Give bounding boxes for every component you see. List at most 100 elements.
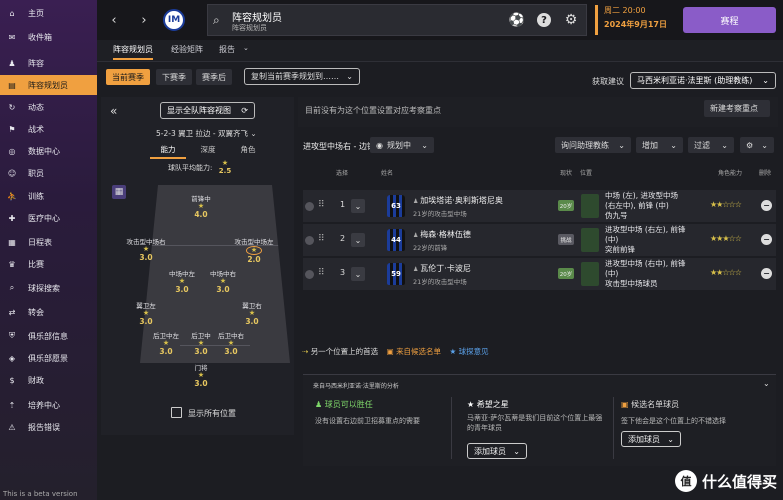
sidebar-item-label: 财政 [28, 375, 44, 385]
season-next[interactable]: 下赛季 [156, 69, 192, 85]
sidebar-item[interactable]: ⇄ 转会 [0, 302, 97, 322]
chevron-down-icon: ⌄ [761, 140, 768, 150]
copy-plan-button[interactable]: 复制当前赛季规划到…… ⌄ [244, 68, 360, 85]
drag-handle-icon[interactable]: ⠿ [318, 200, 325, 210]
collapse-icon[interactable]: « [110, 104, 117, 118]
table-row[interactable]: ⠿ 1 ⌄ 63 ♟ 加埃塔诺·奥利斯塔尼奥 21岁的攻击型中场 20岁 中场 (左), 进攻… [303, 190, 776, 222]
continue-button[interactable]: 赛程 [683, 7, 776, 33]
chevron-down-icon[interactable]: ⌄ [243, 44, 249, 52]
inbox-icon: ✉ [8, 32, 16, 42]
collapse-chevron-icon[interactable]: ⌄ [763, 379, 770, 388]
sidebar-item-label: 俱乐部信息 [28, 331, 68, 341]
order-dropdown[interactable]: ⌄ [351, 267, 365, 281]
col3-title: ▣ 候选名单球员 [621, 400, 680, 409]
player-name[interactable]: ♟ 梅森·格林伍德 [413, 229, 471, 240]
sidebar-item[interactable]: ⛨ 俱乐部信息 [0, 326, 97, 346]
remove-icon[interactable]: − [761, 234, 772, 245]
sidebar-item[interactable]: ✚ 医疗中心 [0, 208, 97, 228]
pitch-position[interactable]: 中场中左 ★ 3.0 [162, 268, 202, 294]
search-box[interactable]: ⌕ 阵容规划员 阵容规划员 [207, 4, 587, 36]
sidebar-item[interactable]: ♟ 阵容 [0, 53, 97, 73]
sidebar-item[interactable]: ⌂ 主页 [0, 3, 97, 23]
chevron-down-icon: ⌄ [762, 76, 769, 85]
help-icon[interactable]: ? [535, 11, 553, 29]
tab-experience-matrix[interactable]: 经验矩阵 [171, 44, 203, 55]
season-after[interactable]: 赛季后 [196, 69, 232, 85]
pitch-position[interactable]: 翼卫右 ★ 3.0 [232, 300, 272, 326]
position-rating: 3.0 [159, 347, 173, 356]
sidebar-item[interactable]: ⚠ 报告错误 [0, 417, 97, 437]
pitch-position[interactable]: 后卫中左 ★ 3.0 [146, 330, 186, 356]
player-name[interactable]: ♟ 瓦伦丁·卡波尼 [413, 263, 471, 274]
another-priority-link[interactable]: 另一个位置上的首选 [311, 347, 379, 356]
tab-reports[interactable]: 报告 [219, 44, 235, 55]
sidebar-item-label: 训练 [28, 191, 44, 201]
player-name[interactable]: ♟ 加埃塔诺·奥利斯塔尼奥 [413, 195, 503, 206]
order-dropdown[interactable]: ⌄ [351, 233, 365, 247]
sidebar-item[interactable]: ◎ 数据中心 [0, 141, 97, 161]
pitch-position[interactable]: 前锋中 ★ 4.0 [181, 193, 221, 219]
drag-handle-icon[interactable]: ⠿ [318, 234, 325, 244]
pitch-position[interactable]: 攻击型中场左 ★ 2.0 [234, 236, 274, 264]
table-row[interactable]: ⠿ 2 ⌄ 44 ♟ 梅森·格林伍德 22岁的前锋 挑战 进攻型中场 (右左), 前锋 (中) 突… [303, 224, 776, 256]
plan-status-dropdown[interactable]: ◉ 规划中 ⌄ [370, 137, 434, 153]
select-radio[interactable] [305, 270, 314, 279]
sidebar-item[interactable]: ⌕ 球探搜索 [0, 278, 97, 298]
sidebar-item[interactable]: ♛ 比赛 [0, 254, 97, 274]
table-row[interactable]: ⠿ 3 ⌄ 59 ♟ 瓦伦丁·卡波尼 21岁的攻击型中场 20岁 进攻型中场 (右中), 前锋… [303, 258, 776, 290]
new-focus-button[interactable]: 新建考察重点 [704, 100, 770, 117]
add-dropdown[interactable]: 增加 ⌄ [636, 137, 683, 153]
watermark: 值 什么值得买 [674, 470, 777, 492]
tab-role[interactable]: 角色 [230, 144, 266, 155]
filter-dropdown[interactable]: 过滤 ⌄ [688, 137, 734, 153]
sidebar-item[interactable]: $ 财政 [0, 370, 97, 390]
pitch-position[interactable]: 攻击型中场右 ★ 3.0 [126, 236, 166, 262]
select-radio[interactable] [305, 236, 314, 245]
scout-opinion-link[interactable]: 球探意见 [459, 347, 489, 356]
pitch-position[interactable]: 翼卫左 ★ 3.0 [126, 300, 166, 326]
star-icon: ★ [142, 245, 150, 253]
forward-button[interactable]: › [135, 11, 153, 29]
show-all-checkbox[interactable] [171, 407, 182, 418]
pitch-position[interactable]: 后卫中右 ★ 3.0 [211, 330, 251, 356]
shortlist-link[interactable]: 来自候选名单 [396, 347, 441, 356]
col2-add-player-button[interactable]: 添加球员 ⌄ [467, 443, 527, 459]
remove-icon[interactable]: − [761, 268, 772, 279]
back-button[interactable]: ‹ [105, 11, 123, 29]
settings-dropdown[interactable]: ⚙ ⌄ [740, 137, 774, 153]
col3-add-player-button[interactable]: 添加球员 ⌄ [621, 431, 681, 447]
club-crest-icon[interactable]: IM [163, 9, 185, 31]
sidebar-item[interactable]: ▦ 日程表 [0, 232, 97, 252]
season-current[interactable]: 当前赛季 [106, 69, 150, 85]
sidebar-item[interactable]: ⇡ 培养中心 [0, 395, 97, 415]
remove-icon[interactable]: − [761, 200, 772, 211]
sidebar-item[interactable]: ✉ 收件箱 [0, 27, 97, 47]
col2-title: ★ 希望之星 [467, 400, 509, 409]
pitch-position[interactable]: 门将 ★ 3.0 [181, 362, 221, 388]
tab-squad-planner[interactable]: 阵容规划员 [113, 44, 153, 60]
position-label: 攻击型中场左 [234, 238, 274, 246]
sidebar-item[interactable]: ↻ 动态 [0, 97, 97, 117]
sidebar-item[interactable]: ◈ 俱乐部愿景 [0, 348, 97, 368]
sidebar-item[interactable]: ⛹ 训练 [0, 186, 97, 206]
watermark-logo-icon: 值 [674, 470, 697, 492]
formation-selector[interactable]: 5-2-3 翼卫 拉边 - 双翼齐飞 ⌄ [156, 128, 257, 139]
advisor-dropdown[interactable]: 马西米利亚诺·法里斯 (助理教练) ⌄ [630, 72, 776, 89]
select-radio[interactable] [305, 202, 314, 211]
show-squad-view-button[interactable]: 显示全队阵容视图 ⟳ [160, 102, 255, 119]
football-icon[interactable]: ⚽ [508, 11, 526, 29]
report-bug-icon: ⚠ [8, 422, 16, 432]
grid-view-icon[interactable]: ▦ [112, 185, 126, 199]
gear-icon[interactable]: ⚙ [562, 11, 580, 29]
pitch-position[interactable]: 中场中右 ★ 3.0 [203, 268, 243, 294]
tab-depth[interactable]: 深度 [190, 144, 226, 155]
position-line: 进攻型中场 (右左), 前锋 [605, 225, 686, 234]
sidebar-item[interactable]: ▤ 阵容规划员 [0, 75, 97, 95]
sidebar-item[interactable]: ⚑ 战术 [0, 119, 97, 139]
sidebar-item[interactable]: ☺ 职员 [0, 163, 97, 183]
sidebar-item-label: 战术 [28, 124, 44, 134]
drag-handle-icon[interactable]: ⠿ [318, 268, 325, 278]
tab-ability[interactable]: 能力 [150, 144, 186, 159]
order-dropdown[interactable]: ⌄ [351, 199, 365, 213]
consult-assistant-button[interactable]: 询问助理教练 ⌄ [555, 137, 631, 153]
